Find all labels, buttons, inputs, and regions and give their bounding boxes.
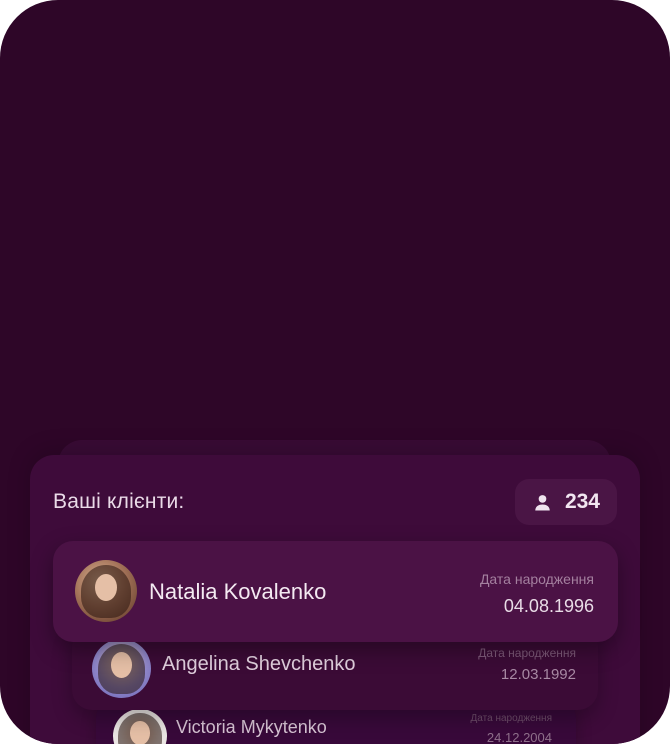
birth-date-label: Дата народження [478, 646, 576, 660]
client-avatar [75, 560, 137, 622]
client-avatar [92, 639, 151, 698]
person-icon [535, 494, 550, 510]
panel-title: Ваші клієнти: [53, 490, 185, 513]
birth-date-label: Дата народження [479, 571, 594, 587]
app-screen: Ваші клієнти: 234 Victoria Mykytenko Дат… [0, 0, 670, 744]
client-card-active[interactable]: Natalia Kovalenko Дата народження 04.08.… [53, 541, 618, 642]
clients-count-badge[interactable]: 234 [514, 479, 617, 525]
birth-date-value: 24.12.2004 [486, 730, 552, 744]
birth-date-value: 12.03.1992 [500, 666, 576, 683]
client-avatar [113, 709, 167, 744]
clients-count: 234 [564, 490, 600, 513]
client-name: Victoria Mykytenko [176, 717, 327, 737]
birth-date-value: 04.08.1996 [503, 596, 594, 616]
birth-date-label: Дата народження [470, 713, 552, 724]
client-name: Angelina Shevchenko [162, 653, 356, 675]
client-name: Natalia Kovalenko [149, 579, 327, 604]
